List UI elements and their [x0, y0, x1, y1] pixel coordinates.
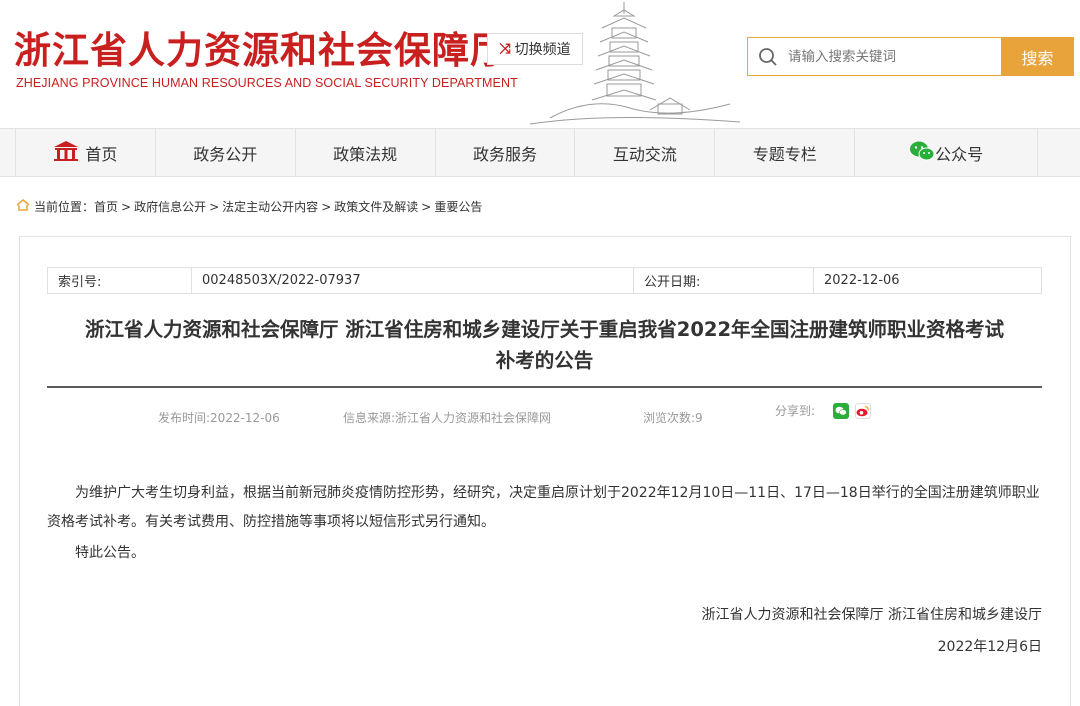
wechat-icon	[909, 140, 935, 166]
pagoda-illustration	[530, 2, 740, 125]
search-button[interactable]: 搜索	[1001, 37, 1074, 76]
nav-item-interaction[interactable]: 互动交流	[575, 129, 716, 176]
article-title-line: 浙江省人力资源和社会保障厅 浙江省住房和城乡建设厅关于重启我省2022年全国注册…	[84, 318, 1005, 341]
breadcrumb-item[interactable]: 政策文件及解读	[334, 198, 418, 215]
article-meta-table: 索引号: 00248503X/2022-07937 公开日期: 2022-12-…	[47, 267, 1042, 294]
article-signature: 浙江省人力资源和社会保障厅 浙江省住房和城乡建设厅	[701, 607, 1042, 623]
nav-label: 政策法规	[333, 144, 398, 164]
breadcrumb-item[interactable]: 首页	[94, 198, 118, 215]
breadcrumb: 当前位置： 首页 > 政府信息公开 > 法定主动公开内容 > 政策文件及解读 >…	[16, 198, 482, 215]
article-sign-date: 2022年12月6日	[937, 639, 1042, 655]
nav-item-official-account[interactable]: 公众号	[855, 129, 1038, 176]
article-title: 浙江省人力资源和社会保障厅 浙江省住房和城乡建设厅关于重启我省2022年全国注册…	[47, 314, 1042, 376]
home-icon	[53, 140, 79, 166]
breadcrumb-separator: >	[121, 199, 132, 214]
nav-label-home: 首页	[85, 144, 118, 164]
nav-label: 政务公开	[193, 144, 258, 164]
breadcrumb-prefix: 当前位置：	[34, 200, 95, 214]
site-header: 浙江省人力资源和社会保障厅 ZHEJIANG PROVINCE HUMAN RE…	[0, 0, 1080, 128]
nav-label: 政务服务	[473, 144, 538, 164]
nav-item-government-affairs[interactable]: 政务公开	[156, 129, 296, 176]
article-title-line: 补考的公告	[495, 349, 594, 372]
publish-date-value: 2022-12-06	[824, 273, 900, 288]
index-value: 00248503X/2022-07937	[192, 268, 634, 293]
nav-label: 公众号	[935, 144, 984, 164]
site-logo-subtitle: ZHEJIANG PROVINCE HUMAN RESOURCES AND SO…	[16, 76, 518, 90]
article-paragraph: 特此公告。	[75, 545, 145, 561]
main-nav: 首页 政务公开 政策法规 政务服务 互动交流 专题专栏 公众号	[0, 128, 1080, 177]
title-divider	[47, 386, 1042, 388]
nav-item-topics[interactable]: 专题专栏	[715, 129, 856, 176]
search-icon	[748, 37, 788, 76]
shuffle-icon: ⤨	[499, 41, 511, 57]
breadcrumb-item[interactable]: 政府信息公开	[134, 198, 206, 215]
location-home-icon	[16, 199, 30, 214]
nav-item-home[interactable]: 首页	[16, 129, 156, 176]
breadcrumb-item[interactable]: 重要公告	[434, 198, 482, 215]
nav-label: 互动交流	[612, 144, 677, 164]
article-body: 为维护广大考生切身利益，根据当前新冠肺炎疫情防控形势，经研究，决定重启原计划于2…	[47, 479, 1042, 568]
search-box	[747, 37, 1001, 76]
share-wechat-icon[interactable]	[833, 402, 850, 419]
nav-label: 专题专栏	[752, 144, 817, 164]
nav-item-policies[interactable]: 政策法规	[296, 129, 436, 176]
site-logo-title[interactable]: 浙江省人力资源和社会保障厅	[14, 20, 508, 74]
publish-time: 发布时间:2022-12-06	[158, 411, 280, 425]
breadcrumb-separator: >	[321, 199, 332, 214]
search-input[interactable]	[788, 48, 988, 65]
article-paragraph: 为维护广大考生切身利益，根据当前新冠肺炎疫情防控形势，经研究，决定重启原计划于2…	[47, 485, 1040, 530]
view-count: 浏览次数:9	[643, 411, 703, 425]
info-source: 信息来源:浙江省人力资源和社会保障网	[343, 411, 552, 425]
breadcrumb-item[interactable]: 法定主动公开内容	[222, 198, 318, 215]
breadcrumb-separator: >	[209, 199, 220, 214]
index-label: 索引号:	[48, 268, 192, 293]
nav-item-services[interactable]: 政务服务	[436, 129, 576, 176]
share-label: 分享到:	[775, 404, 816, 418]
breadcrumb-separator: >	[421, 199, 432, 214]
share-weibo-icon[interactable]	[855, 402, 872, 419]
publish-date-label: 公开日期:	[634, 268, 814, 293]
share-bar: 分享到:	[775, 402, 872, 419]
